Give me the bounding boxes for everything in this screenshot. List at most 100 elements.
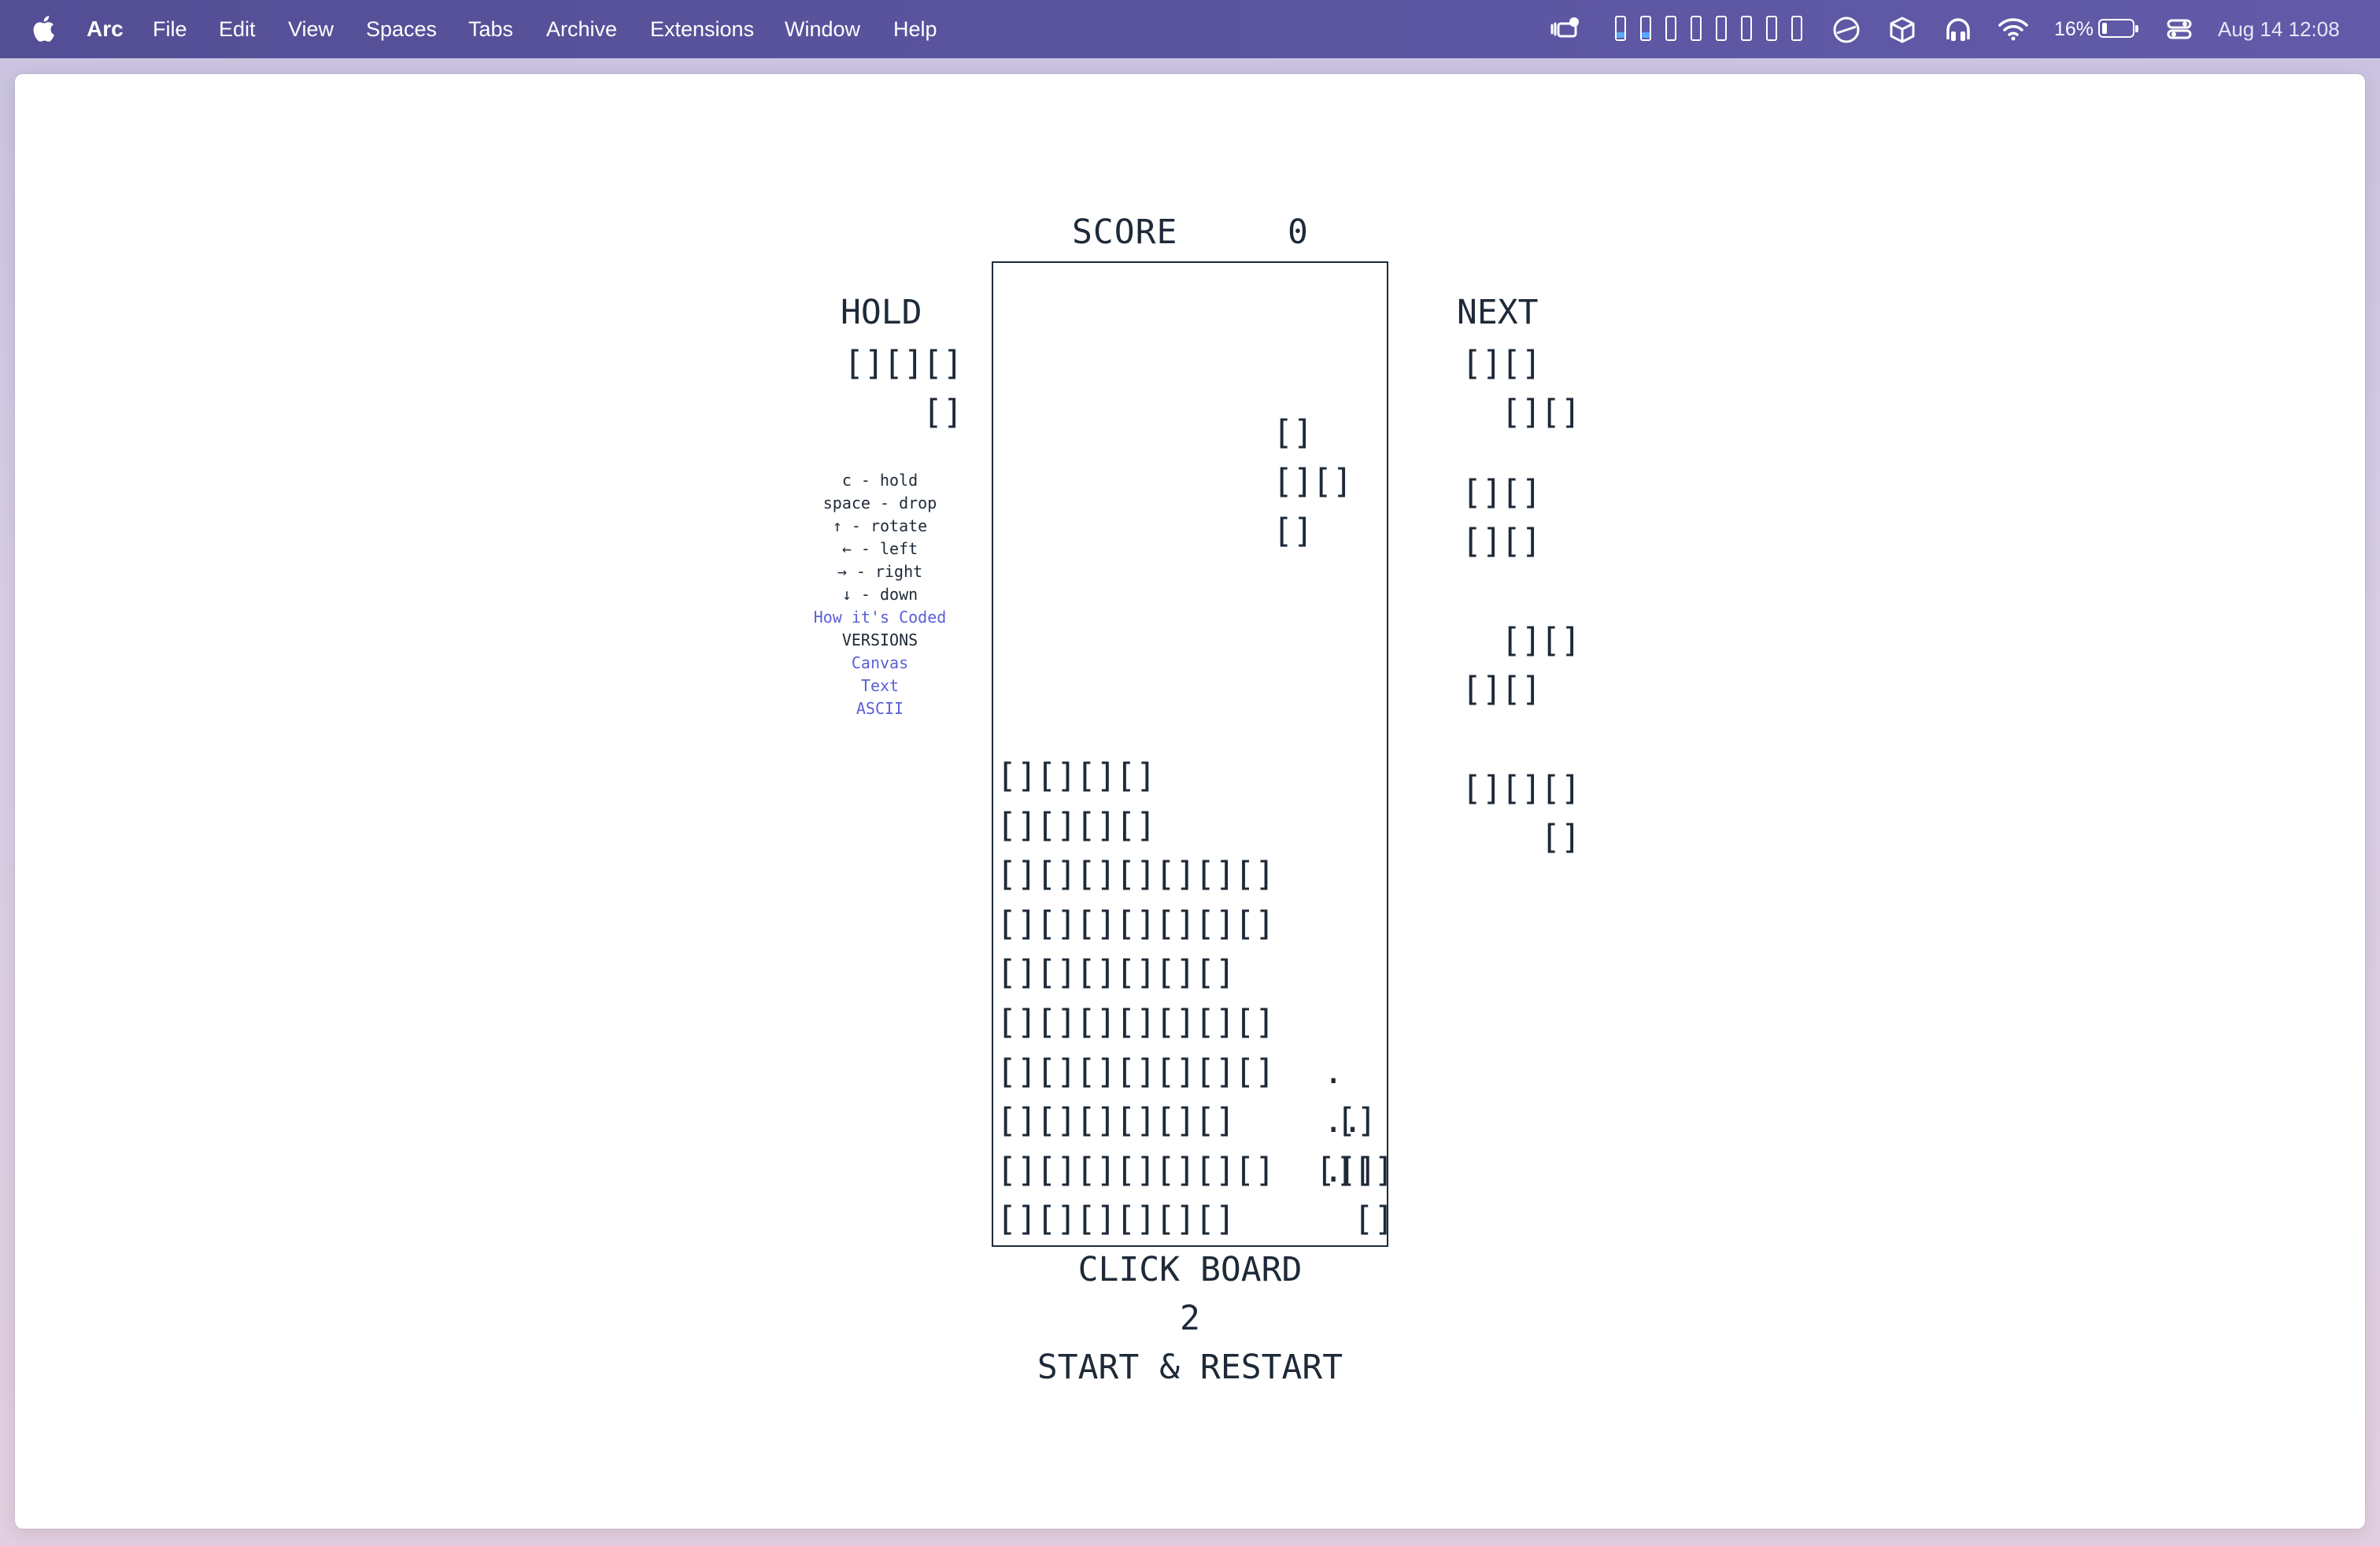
hold-piece-block: [] xyxy=(922,344,963,383)
board-block: [] xyxy=(1075,1052,1117,1092)
board-block: [] xyxy=(1234,904,1276,944)
board-block: [] xyxy=(1115,805,1156,845)
board-block: [] xyxy=(1234,855,1276,895)
board-block: [] xyxy=(1115,1200,1156,1240)
board-block: [] xyxy=(1036,855,1077,895)
menu-bar: Arc File Edit View Spaces Tabs Archive E… xyxy=(0,0,2380,58)
control-down: ↓ - down xyxy=(841,585,918,604)
board-block: [] xyxy=(996,1003,1037,1042)
how-its-coded-link[interactable]: How it's Coded xyxy=(803,608,957,627)
control-right: → - right xyxy=(837,562,923,581)
version-ascii-link[interactable]: ASCII xyxy=(803,699,957,718)
board-block: [] xyxy=(1075,805,1117,845)
click-board-text: CLICK BOARD xyxy=(1077,1250,1303,1289)
level-number: 2 xyxy=(1180,1299,1200,1338)
board-block: [] xyxy=(1115,904,1156,944)
headphones-icon[interactable] xyxy=(1944,16,1972,44)
board-block: [] xyxy=(996,953,1037,993)
next-piece-block: [] xyxy=(1540,769,1581,808)
battery-icon[interactable] xyxy=(2098,19,2138,38)
menu-extensions[interactable]: Extensions xyxy=(650,0,754,58)
next-piece-block: [] xyxy=(1462,769,1502,808)
menu-help[interactable]: Help xyxy=(893,0,937,58)
board-block: [] xyxy=(1195,904,1236,944)
board-block: [] xyxy=(1075,953,1117,993)
menu-edit[interactable]: Edit xyxy=(219,0,256,58)
next-label: NEXT xyxy=(1457,293,1539,332)
menu-archive[interactable]: Archive xyxy=(546,0,617,58)
board-block: [] xyxy=(1036,1200,1077,1240)
version-canvas-link[interactable]: Canvas xyxy=(803,653,957,672)
menu-view[interactable]: View xyxy=(288,0,334,58)
versions-heading: VERSIONS xyxy=(841,631,918,649)
board-block: [] xyxy=(1036,756,1077,796)
next-piece-block: [] xyxy=(1462,473,1502,512)
board-block: [] xyxy=(996,855,1037,895)
board-block: [] xyxy=(1075,855,1117,895)
board-block: [] xyxy=(1036,805,1077,845)
board-block: [] xyxy=(1155,855,1196,895)
board-block: [] xyxy=(1155,904,1196,944)
start-restart-text: START & RESTART xyxy=(1037,1348,1343,1387)
board-block: [] xyxy=(1234,1003,1276,1042)
control-rotate: ↑ - rotate xyxy=(832,516,928,535)
board-block: [] xyxy=(1036,1101,1077,1141)
next-piece-block: [] xyxy=(1540,621,1581,660)
safari-icon[interactable] xyxy=(1832,16,1861,44)
board-block: [] xyxy=(1075,1101,1117,1141)
menu-tabs[interactable]: Tabs xyxy=(468,0,513,58)
menu-file[interactable]: File xyxy=(153,0,187,58)
next-piece-block: [] xyxy=(1501,621,1542,660)
board-block: [] xyxy=(996,1101,1037,1141)
board-block: [] xyxy=(1036,1150,1077,1190)
box-icon[interactable] xyxy=(1889,16,1916,44)
hold-piece-block: [] xyxy=(844,344,885,383)
menu-app-name[interactable]: Arc xyxy=(87,0,124,58)
next-piece-block: [] xyxy=(1462,344,1502,383)
falling-piece-block: [] xyxy=(1312,462,1353,501)
board-block: [] xyxy=(1115,953,1156,993)
board-block: [] xyxy=(1075,1003,1117,1042)
board-block: [] xyxy=(1195,1200,1236,1240)
board-block: [] xyxy=(1036,953,1077,993)
board-block: [] xyxy=(1234,1150,1276,1190)
board-block: [] xyxy=(1115,1150,1156,1190)
board-block: [] xyxy=(1115,756,1156,796)
score-value: 0 xyxy=(1288,213,1308,252)
next-piece-block: [] xyxy=(1501,344,1542,383)
falling-piece-block: [] xyxy=(1273,462,1314,501)
board-block: [] xyxy=(1155,1200,1196,1240)
board-block: [] xyxy=(1036,1052,1077,1092)
hold-label: HOLD xyxy=(841,293,922,332)
board-block: [] xyxy=(1115,1101,1156,1141)
menu-clock[interactable]: Aug 14 12:08 xyxy=(2218,0,2340,58)
board-block: [] xyxy=(1036,1003,1077,1042)
version-text-link[interactable]: Text xyxy=(803,676,957,695)
board-block: [] xyxy=(996,904,1037,944)
board-block: [] xyxy=(1195,1052,1236,1092)
board-block: [] xyxy=(1075,904,1117,944)
control-center-icon[interactable] xyxy=(2166,16,2193,43)
board-block: [] xyxy=(996,805,1037,845)
board-block: [] xyxy=(1195,855,1236,895)
board-block: [] xyxy=(1155,1150,1196,1190)
control-drop: space - drop xyxy=(822,494,937,512)
stage-manager-icon[interactable] xyxy=(1550,16,1584,43)
ghost-dot: . xyxy=(1323,1052,1344,1092)
board-block: [] xyxy=(1115,1003,1156,1042)
apple-icon[interactable] xyxy=(30,13,55,44)
wifi-icon[interactable] xyxy=(1998,16,2029,43)
next-piece-block: [] xyxy=(1540,818,1581,857)
board-block: [] xyxy=(996,1200,1037,1240)
next-piece-block: [] xyxy=(1501,769,1542,808)
board-block: [] xyxy=(996,1052,1037,1092)
board-block: [] xyxy=(1195,1003,1236,1042)
menu-window[interactable]: Window xyxy=(785,0,860,58)
board-block: [] xyxy=(996,1150,1037,1190)
menu-spaces[interactable]: Spaces xyxy=(366,0,437,58)
board-block: [] xyxy=(1155,1052,1196,1092)
board-block: [] xyxy=(1075,756,1117,796)
board-block: [] xyxy=(1353,1200,1395,1240)
next-piece-block: [] xyxy=(1462,670,1502,709)
next-piece-block: [] xyxy=(1501,522,1542,561)
